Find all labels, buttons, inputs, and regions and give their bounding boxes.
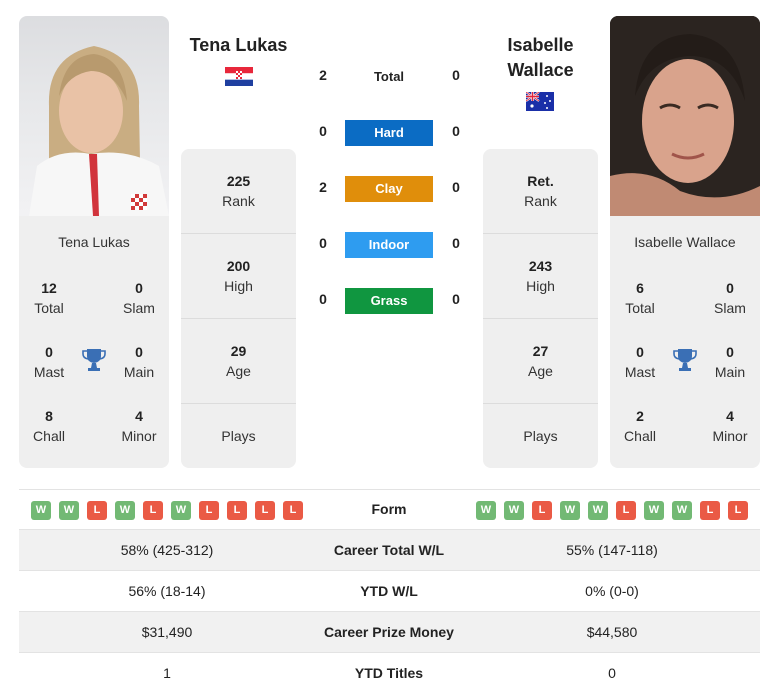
player2-name-link[interactable]: Isabelle Wallace [483, 33, 598, 83]
h2h-indoor-p1: 0 [319, 235, 327, 251]
player1-titles-minor: 4 Minor [121, 408, 157, 444]
player2-titles-total: 6 Total [625, 280, 655, 316]
player1-name-link[interactable]: Tena Lukas [181, 33, 296, 58]
career-total-wl-label: Career Total W/L [333, 542, 445, 558]
player1-form-badge-loss[interactable]: L [255, 501, 275, 520]
player2-name-line1: Isabelle [507, 35, 574, 55]
form-row: WWLWLWLLLL Form WWLWWLWWLL [19, 489, 760, 530]
trophy-icon [82, 349, 106, 371]
player2-form-badge-win[interactable]: W [672, 501, 692, 520]
player1-titles-main: 0 Main [123, 344, 155, 380]
surface-indoor-badge: Indoor [345, 232, 433, 258]
h2h-total-p1: 2 [319, 67, 327, 83]
trophy-icon [673, 349, 697, 371]
player1-form-badge-loss[interactable]: L [283, 501, 303, 520]
player2-rank: Ret. Rank [483, 149, 598, 234]
player1-form-badge-loss[interactable]: L [87, 501, 107, 520]
row-ytd-wl: 56% (18-14) YTD W/L 0% (0-0) [19, 571, 760, 612]
player1-titles-mast: 0 Mast [33, 344, 65, 380]
player1-form-badge-win[interactable]: W [59, 501, 79, 520]
australia-flag-icon [526, 92, 554, 111]
player2-titles-mast: 0 Mast [624, 344, 656, 380]
h2h-clay-p1: 2 [319, 179, 327, 195]
player1-photo [19, 16, 169, 216]
h2h-grass-p1: 0 [319, 291, 327, 307]
player2-name-line2: Wallace [507, 60, 574, 80]
player1-form-badge-loss[interactable]: L [143, 501, 163, 520]
player1-form-badge-loss[interactable]: L [199, 501, 219, 520]
player2-form-badge-win[interactable]: W [504, 501, 524, 520]
player2-form-badge-win[interactable]: W [476, 501, 496, 520]
player1-card-name: Tena Lukas [58, 234, 130, 250]
row-ytd-titles: 1 YTD Titles 0 [19, 653, 760, 694]
player1-form-badge-win[interactable]: W [115, 501, 135, 520]
player2-card-name: Isabelle Wallace [634, 234, 736, 250]
player2-photo [610, 16, 760, 216]
ytd-wl-label: YTD W/L [360, 583, 418, 599]
ytd-wl-p1: 56% (18-14) [128, 583, 206, 599]
ytd-titles-p2: 0 [608, 665, 616, 681]
h2h-clay-p2: 0 [452, 179, 460, 195]
career-prize-money-label: Career Prize Money [324, 624, 454, 640]
player1-titles-card: Tena Lukas 12 Total 0 Slam 0 Mast 0 Main… [19, 216, 169, 468]
player2-age: 27 Age [483, 319, 598, 404]
career-total-wl-p2: 55% (147-118) [566, 542, 658, 558]
player1-portrait [29, 46, 169, 216]
h2h-grass-p2: 0 [452, 291, 460, 307]
ytd-wl-p2: 0% (0-0) [585, 583, 639, 599]
player2-titles-minor: 4 Minor [712, 408, 748, 444]
player2-form-badge-loss[interactable]: L [700, 501, 720, 520]
player2-form-badge-loss[interactable]: L [728, 501, 748, 520]
surface-hard-badge: Hard [345, 120, 433, 146]
player2-titles-main: 0 Main [714, 344, 746, 380]
player2-form-badge-loss[interactable]: L [532, 501, 552, 520]
player2-form-badge-win[interactable]: W [588, 501, 608, 520]
career-total-wl-p1: 58% (425-312) [120, 542, 214, 558]
player1-plays: Plays [221, 428, 256, 444]
player2-plays: Plays [523, 428, 558, 444]
player1-high: 200 High [181, 234, 296, 319]
player1-rank: 225 Rank [181, 149, 296, 234]
player2-titles-slam: 0 Slam [714, 280, 746, 316]
player1-titles-total: 12 Total [34, 280, 64, 316]
ytd-titles-label: YTD Titles [354, 665, 424, 681]
ytd-titles-p1: 1 [163, 665, 171, 681]
player1-titles-slam: 0 Slam [123, 280, 155, 316]
player1-form-badge-loss[interactable]: L [227, 501, 247, 520]
player1-titles-chall: 8 Chall [33, 408, 65, 444]
career-prize-money-p1: $31,490 [141, 624, 193, 640]
player2-titles-chall: 2 Chall [624, 408, 656, 444]
form-label: Form [371, 501, 407, 517]
surface-clay-badge: Clay [345, 176, 433, 202]
player2-form-badge-win[interactable]: W [560, 501, 580, 520]
h2h-hard-p2: 0 [452, 123, 460, 139]
player1-stats-panel: 225 Rank 200 High 29 Age Plays [181, 149, 296, 468]
player1-form-badge-win[interactable]: W [31, 501, 51, 520]
h2h-hard-p1: 0 [319, 123, 327, 139]
row-career-total-wl: 58% (425-312) Career Total W/L 55% (147-… [19, 530, 760, 571]
croatia-flag-icon [225, 67, 253, 86]
player2-portrait [610, 16, 760, 216]
player1-form-badge-win[interactable]: W [171, 501, 191, 520]
player1-age: 29 Age [181, 319, 296, 404]
player2-high: 243 High [483, 234, 598, 319]
player2-form-badge-loss[interactable]: L [616, 501, 636, 520]
career-prize-money-p2: $44,580 [586, 624, 638, 640]
h2h-total-p2: 0 [452, 67, 460, 83]
h2h-indoor-p2: 0 [452, 235, 460, 251]
player2-form-badge-win[interactable]: W [644, 501, 664, 520]
row-career-prize-money: $31,490 Career Prize Money $44,580 [19, 612, 760, 653]
player2-titles-card: Isabelle Wallace 6 Total 0 Slam 0 Mast 0… [610, 216, 760, 468]
h2h-total-label: Total [373, 69, 405, 84]
surface-grass-badge: Grass [345, 288, 433, 314]
player2-stats-panel: Ret. Rank 243 High 27 Age Plays [483, 149, 598, 468]
